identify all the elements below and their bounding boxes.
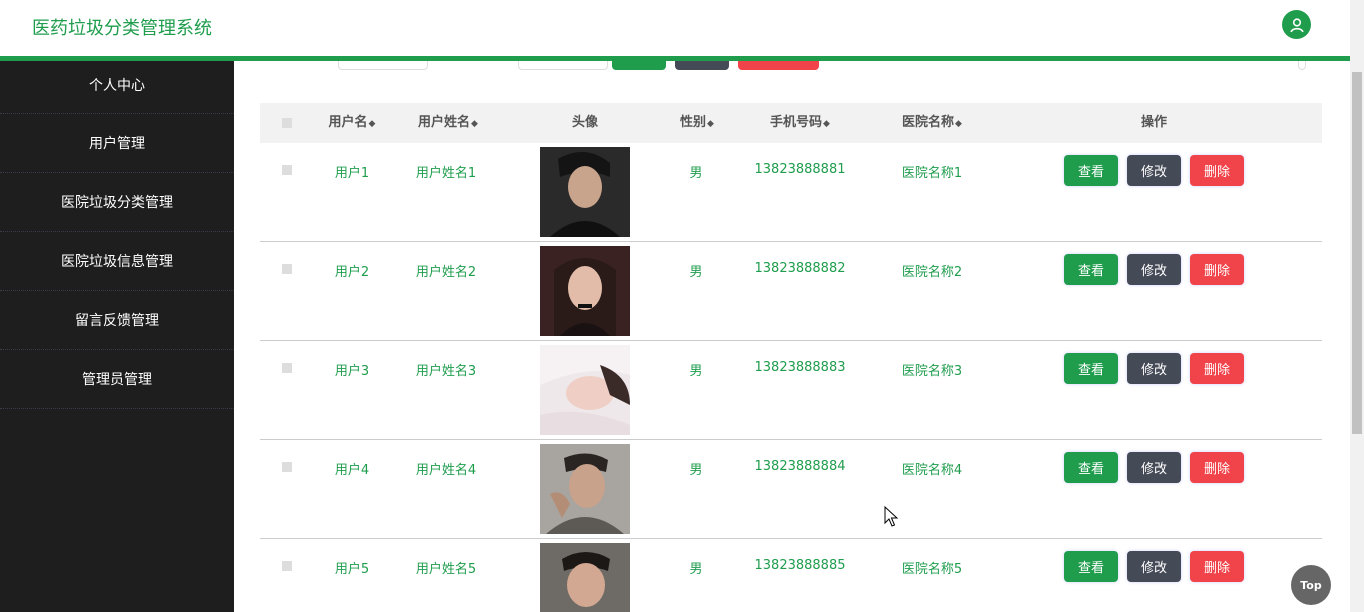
search-input-partial[interactable]	[338, 61, 428, 70]
edit-button[interactable]: 修改	[1127, 353, 1181, 384]
cell-phone: 13823888882	[754, 261, 846, 276]
add-button-partial[interactable]	[675, 61, 729, 70]
user-avatar-button[interactable]	[1282, 10, 1311, 39]
edit-button[interactable]: 修改	[1127, 452, 1181, 483]
row-checkbox[interactable]	[282, 363, 292, 373]
sidebar-item-feedback-management[interactable]: 留言反馈管理	[0, 291, 234, 350]
table-row: 用户2 用户姓名2 男 13823888882 医院名称2 查看 修改 删除	[260, 242, 1322, 341]
edit-button[interactable]: 修改	[1127, 155, 1181, 186]
view-button[interactable]: 查看	[1064, 551, 1118, 582]
sort-icon: ◆	[368, 119, 376, 129]
column-header-actions: 操作	[1140, 115, 1167, 130]
cell-gender: 男	[689, 463, 703, 478]
sidebar-item-waste-info-management[interactable]: 医院垃圾信息管理	[0, 232, 234, 291]
page-scrollbar[interactable]	[1350, 0, 1364, 612]
cell-phone: 13823888881	[754, 162, 846, 177]
sort-icon: ◆	[471, 119, 478, 129]
cell-name: 用户姓名2	[415, 265, 477, 280]
table-header: 用户名◆ 用户姓名◆ 头像 性别◆ 手机号码◆ 医院名称◆ 操作	[260, 103, 1322, 143]
cell-hospital: 医院名称5	[901, 562, 963, 577]
column-header-hospital[interactable]: 医院名称◆	[892, 103, 972, 143]
edit-button[interactable]: 修改	[1127, 551, 1181, 582]
cell-hospital: 医院名称1	[901, 166, 963, 181]
scrollbar-thumb[interactable]	[1352, 72, 1362, 434]
table-row: 用户1 用户姓名1 男 13823888881 医院名称1 查看 修改 删除	[260, 143, 1322, 242]
select-all-checkbox[interactable]	[282, 118, 292, 128]
row-checkbox[interactable]	[282, 165, 292, 175]
avatar-photo	[540, 147, 630, 237]
table-row: 用户4 用户姓名4 男 13823888884 医院名称4 查看 修改 删除	[260, 440, 1322, 539]
cell-phone: 13823888885	[754, 558, 846, 573]
sidebar-item-personal-center[interactable]: 个人中心	[0, 56, 234, 114]
row-checkbox[interactable]	[282, 462, 292, 472]
search-input-partial-2[interactable]	[518, 61, 608, 70]
view-button[interactable]: 查看	[1064, 353, 1118, 384]
cell-name: 用户姓名1	[415, 166, 477, 181]
sidebar: 个人中心 用户管理 医院垃圾分类管理 医院垃圾信息管理 留言反馈管理 管理员管理	[0, 56, 234, 612]
search-button-partial[interactable]	[612, 61, 666, 70]
cell-hospital: 医院名称4	[901, 463, 963, 478]
delete-button[interactable]: 删除	[1190, 452, 1244, 483]
batch-delete-button-partial[interactable]	[738, 61, 819, 70]
toolbar-control-partial[interactable]	[1298, 61, 1306, 70]
row-checkbox[interactable]	[282, 264, 292, 274]
table-row: 用户3 用户姓名3 男 13823888883 医院名称3 查看 修改 删除	[260, 341, 1322, 440]
top-header: 医药垃圾分类管理系统	[0, 0, 1350, 61]
cell-username: 用户2	[334, 265, 370, 280]
avatar-photo	[540, 246, 630, 336]
cell-phone: 13823888884	[754, 459, 846, 474]
user-icon	[1289, 17, 1304, 32]
cell-gender: 男	[689, 166, 703, 181]
sort-icon: ◆	[823, 119, 830, 129]
column-header-username[interactable]: 用户名◆	[320, 103, 384, 143]
cell-hospital: 医院名称3	[901, 364, 963, 379]
user-table: 用户名◆ 用户姓名◆ 头像 性别◆ 手机号码◆ 医院名称◆ 操作 用户1 用户姓…	[260, 103, 1322, 612]
cell-username: 用户5	[334, 562, 370, 577]
cell-hospital: 医院名称2	[901, 265, 963, 280]
sort-icon: ◆	[707, 119, 714, 129]
avatar-photo	[540, 444, 630, 534]
column-header-gender[interactable]: 性别◆	[670, 103, 724, 143]
cell-name: 用户姓名3	[415, 364, 477, 379]
edit-button[interactable]: 修改	[1127, 254, 1181, 285]
sort-icon: ◆	[955, 119, 962, 129]
delete-button[interactable]: 删除	[1190, 551, 1244, 582]
cell-username: 用户3	[334, 364, 370, 379]
cell-gender: 男	[689, 265, 703, 280]
row-checkbox[interactable]	[282, 561, 292, 571]
avatar-photo	[540, 543, 630, 612]
column-header-name[interactable]: 用户姓名◆	[408, 103, 488, 143]
cell-username: 用户4	[334, 463, 370, 478]
cell-gender: 男	[689, 364, 703, 379]
delete-button[interactable]: 删除	[1190, 353, 1244, 384]
cell-username: 用户1	[334, 166, 370, 181]
cell-name: 用户姓名5	[415, 562, 477, 577]
mouse-cursor-icon	[884, 506, 898, 527]
column-header-avatar: 头像	[571, 115, 598, 130]
delete-button[interactable]: 删除	[1190, 254, 1244, 285]
cell-phone: 13823888883	[754, 360, 846, 375]
app-title: 医药垃圾分类管理系统	[32, 18, 212, 39]
sidebar-item-user-management[interactable]: 用户管理	[0, 114, 234, 173]
view-button[interactable]: 查看	[1064, 452, 1118, 483]
back-to-top-button[interactable]: Top	[1291, 565, 1331, 605]
avatar-photo	[540, 345, 630, 435]
sidebar-item-admin-management[interactable]: 管理员管理	[0, 350, 234, 409]
table-row: 用户5 用户姓名5 男 13823888885 医院名称5 查看 修改 删除	[260, 539, 1322, 612]
cell-gender: 男	[689, 562, 703, 577]
view-button[interactable]: 查看	[1064, 254, 1118, 285]
delete-button[interactable]: 删除	[1190, 155, 1244, 186]
column-header-phone[interactable]: 手机号码◆	[760, 103, 840, 143]
cell-name: 用户姓名4	[415, 463, 477, 478]
view-button[interactable]: 查看	[1064, 155, 1118, 186]
main-content: 用户名◆ 用户姓名◆ 头像 性别◆ 手机号码◆ 医院名称◆ 操作 用户1 用户姓…	[234, 61, 1350, 612]
sidebar-item-waste-category-management[interactable]: 医院垃圾分类管理	[0, 173, 234, 232]
